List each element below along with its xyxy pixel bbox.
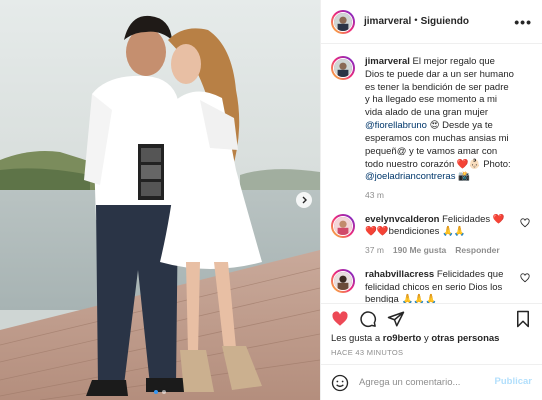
action-bar — [321, 303, 542, 333]
next-image-button[interactable] — [296, 192, 312, 208]
add-comment-bar: Publicar — [321, 364, 542, 400]
publish-button[interactable]: Publicar — [495, 376, 533, 389]
chevron-right-icon — [302, 196, 307, 204]
comment-input[interactable] — [359, 377, 495, 388]
comments-section: jimarveral El mejor regalo que Dios te p… — [321, 44, 542, 303]
caption-time[interactable]: 43 m — [365, 190, 384, 201]
post-timestamp[interactable]: HACE 43 MINUTOS — [321, 346, 542, 364]
commenter-avatar[interactable] — [331, 268, 355, 293]
carousel-dot — [162, 390, 166, 394]
more-options-icon[interactable]: ••• — [514, 15, 532, 29]
comment-item: evelynvcalderon Felicidades ❤️❤️❤️bendic… — [331, 213, 530, 257]
post-side-panel: jimarveral • Siguiendo ••• jimarveral El… — [320, 0, 542, 400]
caption-username[interactable]: jimarveral — [365, 56, 410, 67]
comment-icon[interactable] — [359, 310, 377, 328]
caption-body: jimarveral El mejor regalo que Dios te p… — [365, 56, 530, 202]
header-separator: • — [414, 15, 418, 27]
bookmark-icon[interactable] — [514, 310, 532, 328]
post-photo[interactable] — [0, 0, 320, 400]
mention-link[interactable]: @fiorellabruno — [365, 120, 427, 131]
avatar-image — [334, 216, 352, 235]
comment-body: evelynvcalderon Felicidades ❤️❤️❤️bendic… — [365, 214, 530, 257]
likes-prefix: Les gusta a — [331, 333, 383, 345]
caption-avatar[interactable] — [331, 56, 355, 80]
likes-middle: y — [421, 333, 432, 345]
comment-item: rahabvillacress Felicidades que felicida… — [331, 268, 530, 303]
following-button[interactable]: Siguiendo — [421, 15, 469, 29]
carousel-dot-active — [154, 390, 158, 394]
share-icon[interactable] — [387, 310, 405, 328]
like-comment-heart-icon[interactable] — [520, 218, 530, 228]
caption: jimarveral El mejor regalo que Dios te p… — [331, 56, 530, 202]
avatar-image — [334, 59, 352, 77]
avatar-image — [334, 12, 352, 31]
likes-summary: Les gusta a ro9berto y otras personas — [321, 333, 542, 346]
caption-text: jimarveral El mejor regalo que Dios te p… — [365, 56, 516, 184]
like-comment-heart-icon[interactable] — [520, 273, 530, 283]
photo-image — [0, 0, 320, 400]
commenter-username[interactable]: evelynvcalderon — [365, 214, 439, 225]
author-username[interactable]: jimarveral — [364, 15, 411, 29]
comment-body: rahabvillacress Felicidades que felicida… — [365, 269, 530, 303]
comment-likes[interactable]: 190 Me gusta — [393, 245, 446, 256]
instagram-post: jimarveral • Siguiendo ••• jimarveral El… — [0, 0, 542, 400]
commenter-avatar[interactable] — [331, 213, 355, 238]
comment-text: rahabvillacress Felicidades que felicida… — [365, 269, 516, 303]
mention-link[interactable]: @joeladriancontreras — [365, 171, 455, 182]
comment-time[interactable]: 37 m — [365, 245, 384, 256]
heart-icon[interactable] — [331, 310, 349, 328]
emoji-icon[interactable] — [331, 374, 349, 392]
commenter-username[interactable]: rahabvillacress — [365, 269, 434, 280]
post-header: jimarveral • Siguiendo ••• — [321, 0, 542, 44]
liker-username[interactable]: ro9berto — [383, 333, 422, 344]
caption-text-part: 📸 — [455, 171, 470, 183]
carousel-indicator — [0, 390, 320, 394]
avatar-image — [334, 271, 352, 290]
comment-text: evelynvcalderon Felicidades ❤️❤️❤️bendic… — [365, 214, 516, 240]
reply-button[interactable]: Responder — [455, 245, 499, 256]
author-avatar[interactable] — [331, 9, 355, 34]
other-likers-link[interactable]: otras personas — [431, 333, 499, 344]
